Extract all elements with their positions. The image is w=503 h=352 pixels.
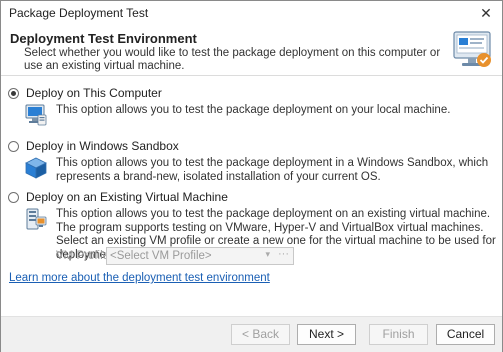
page-title: Deployment Test Environment <box>10 31 197 46</box>
radio-windows-sandbox[interactable] <box>8 140 19 152</box>
server-icon <box>26 208 47 230</box>
vm-profile-value: <Select VM Profile> <box>110 250 212 262</box>
vm-profile-select[interactable]: <Select VM Profile> ▾ ··· <box>106 247 294 265</box>
option-existing-vm[interactable]: Deploy on an Existing Virtual Machine <box>8 189 228 205</box>
option-description: This option allows you to test the packa… <box>56 157 489 183</box>
option-label: Deploy on an Existing Virtual Machine <box>26 190 228 204</box>
chevron-down-icon[interactable]: ▾ <box>265 249 270 260</box>
wizard-body: Deploy on This Computer This option allo… <box>1 76 502 316</box>
option-this-computer[interactable]: Deploy on This Computer <box>8 85 162 101</box>
sandbox-icon <box>25 157 47 179</box>
close-icon[interactable]: ✕ <box>474 3 498 23</box>
vm-profile-label: VM Profile: <box>56 250 113 262</box>
button-bar: < Back Next > Finish Cancel <box>1 316 502 352</box>
title-bar: Package Deployment Test ✕ <box>1 1 502 25</box>
deployment-test-icon <box>453 31 491 67</box>
learn-more-link[interactable]: Learn more about the deployment test env… <box>9 272 270 284</box>
finish-button[interactable]: Finish <box>369 324 428 345</box>
computer-icon <box>25 104 47 126</box>
dialog-window: Package Deployment Test ✕ Deployment Tes… <box>0 0 503 352</box>
next-button[interactable]: Next > <box>297 324 356 345</box>
browse-button[interactable]: ··· <box>278 248 289 260</box>
option-description: This option allows you to test the packa… <box>56 104 451 116</box>
window-title: Package Deployment Test <box>9 6 149 20</box>
radio-this-computer[interactable] <box>8 87 19 99</box>
option-windows-sandbox[interactable]: Deploy in Windows Sandbox <box>8 138 179 154</box>
wizard-header: Deployment Test Environment Select wheth… <box>1 25 502 76</box>
back-button[interactable]: < Back <box>231 324 290 345</box>
page-subtitle: Select whether you would like to test th… <box>24 47 441 72</box>
option-label: Deploy on This Computer <box>26 86 162 100</box>
option-label: Deploy in Windows Sandbox <box>26 139 179 153</box>
radio-existing-vm[interactable] <box>8 191 19 203</box>
cancel-button[interactable]: Cancel <box>436 324 495 345</box>
